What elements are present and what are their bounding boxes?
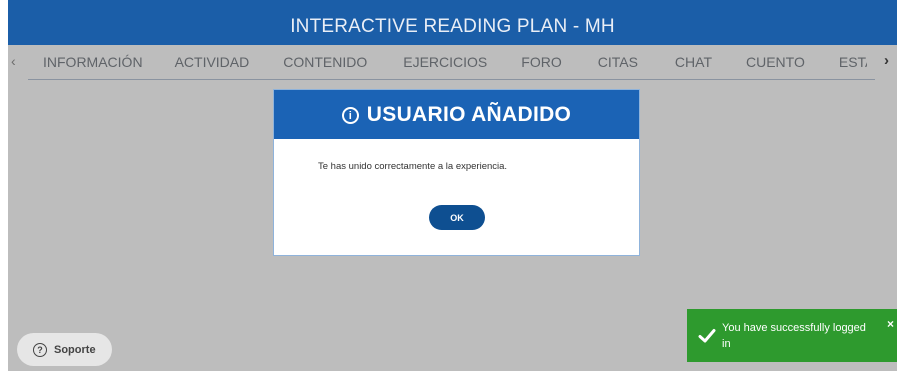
tab-foro[interactable]: FORO xyxy=(521,54,561,74)
user-added-dialog: i USUARIO AÑADIDO Te has unido correctam… xyxy=(273,89,640,256)
dialog-title: USUARIO AÑADIDO xyxy=(366,102,572,126)
tab-navigation: ‹ INFORMACIÓN ACTIVIDAD CONTENIDO EJERCI… xyxy=(8,45,897,80)
close-icon[interactable]: × xyxy=(887,317,894,331)
tab-actividad[interactable]: ACTIVIDAD xyxy=(175,54,250,74)
tab-cuento[interactable]: CUENTO xyxy=(746,54,805,74)
scroll-right-icon[interactable]: › xyxy=(884,52,889,69)
app-header: INTERACTIVE READING PLAN - MH xyxy=(8,0,897,45)
tab-citas[interactable]: CITAS xyxy=(598,54,638,74)
tab-list: INFORMACIÓN ACTIVIDAD CONTENIDO EJERCICI… xyxy=(43,54,867,74)
tab-informacion[interactable]: INFORMACIÓN xyxy=(43,54,143,74)
support-button[interactable]: ? Soporte xyxy=(17,333,112,366)
left-edge-strip xyxy=(0,0,8,371)
support-label: Soporte xyxy=(54,343,96,356)
tab-ejercicios[interactable]: EJERCICIOS xyxy=(403,54,487,74)
tab-contenido[interactable]: CONTENIDO xyxy=(283,54,367,74)
scroll-left-icon[interactable]: ‹ xyxy=(11,53,16,69)
success-toast: You have successfully logged in × xyxy=(687,309,897,362)
dialog-header: i USUARIO AÑADIDO xyxy=(274,90,639,139)
page-overlay: INTERACTIVE READING PLAN - MH ‹ INFORMAC… xyxy=(0,0,897,371)
info-icon: i xyxy=(341,107,359,124)
checkmark-icon xyxy=(698,329,716,343)
dialog-message: Te has unido correctamente a la experien… xyxy=(318,161,508,172)
page-title: INTERACTIVE READING PLAN - MH xyxy=(290,15,615,37)
toast-message: You have successfully logged in xyxy=(722,322,866,350)
tab-underline-divider xyxy=(28,79,875,80)
ok-button[interactable]: OK xyxy=(429,205,485,230)
tab-chat[interactable]: CHAT xyxy=(675,54,712,74)
tab-estadisticas[interactable]: ESTADÍSTI( xyxy=(839,54,867,74)
question-icon: ? xyxy=(33,342,47,357)
